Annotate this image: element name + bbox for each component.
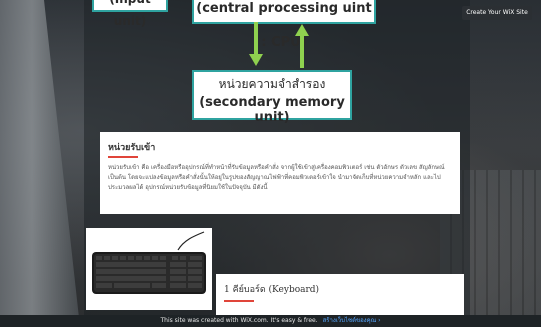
keyboard-card-title: 1 คีย์บอร์ด (Keyboard) [224, 285, 320, 295]
cpu-box: (central processing uint : CPU) [192, 0, 376, 50]
up-arrow-icon [295, 24, 309, 68]
memory-unit-thai-label: หน่วยความจำสำรอง [218, 77, 326, 91]
keyboard-card: 1 คีย์บอร์ด (Keyboard) [216, 274, 464, 318]
keyboard-image [86, 228, 212, 310]
keyboard-icon [92, 231, 206, 294]
input-unit-box: (Input unit) [92, 0, 168, 28]
footer-cta-link[interactable]: สร้างเว็บไซต์ของคุณ › [323, 317, 381, 324]
title-underline [108, 156, 138, 158]
keyboard-title-underline [224, 300, 254, 302]
create-wix-site-button[interactable]: Create Your WiX Site [462, 6, 532, 20]
down-arrow-icon [249, 22, 263, 66]
card-body-text: หน่วยรับเข้า คือ เครื่องมือหรืออุปกรณ์ที… [108, 164, 445, 191]
input-unit-label: (Input unit) [109, 0, 150, 28]
input-unit-card: หน่วยรับเข้า หน่วยรับเข้า คือ เครื่องมือ… [100, 132, 460, 214]
card-title: หน่วยรับเข้า [108, 143, 156, 153]
footer-text: This site was created with WiX.com. It's… [160, 317, 318, 324]
memory-unit-box: หน่วยความจำสำรอง (secondary memory unit) [192, 70, 352, 125]
wix-footer-banner: This site was created with WiX.com. It's… [0, 315, 541, 327]
memory-unit-english-label: (secondary memory unit) [199, 95, 345, 125]
